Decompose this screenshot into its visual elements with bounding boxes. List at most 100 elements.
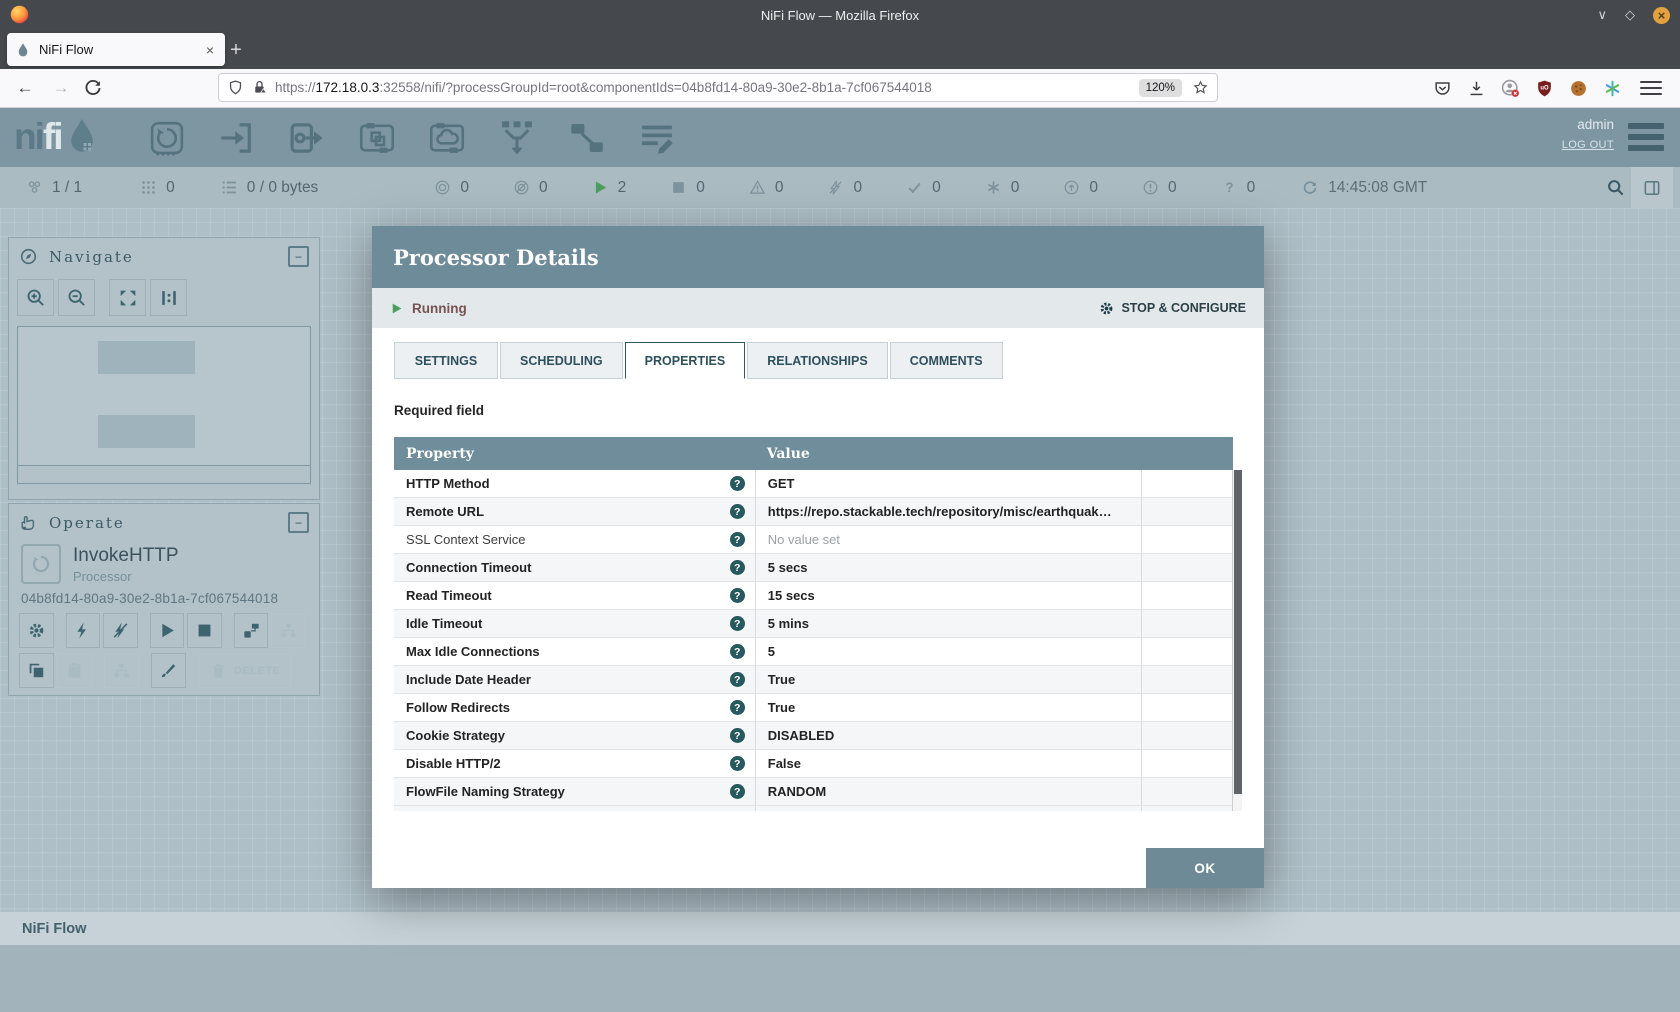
help-icon[interactable]: ? xyxy=(730,644,745,659)
property-value: True xyxy=(755,666,1141,693)
play-button[interactable] xyxy=(150,613,185,648)
compass-icon xyxy=(19,247,38,266)
browser-tab[interactable]: NiFi Flow × xyxy=(7,33,225,66)
group-button xyxy=(271,613,306,648)
forward-button[interactable]: → xyxy=(46,73,76,103)
tab-scheduling[interactable]: SCHEDULING xyxy=(500,342,623,379)
status-count: 0 xyxy=(166,179,175,197)
status-item-cluster: 1 / 1 xyxy=(26,179,82,197)
zoom-level-badge[interactable]: 120% xyxy=(1139,79,1182,97)
settings-panel-button[interactable] xyxy=(1631,167,1673,208)
gear-button[interactable] xyxy=(19,613,54,648)
nifi-global-menu-button[interactable] xyxy=(1628,123,1664,151)
table-row: Include Date Header?True xyxy=(394,666,1233,694)
help-icon[interactable]: ? xyxy=(730,784,745,799)
output-port-icon[interactable] xyxy=(286,117,328,159)
tab-close-icon[interactable]: × xyxy=(203,42,217,58)
table-row: FlowFile Naming Strategy?RANDOM xyxy=(394,778,1233,806)
minimap[interactable] xyxy=(17,326,311,466)
navigate-collapse-button[interactable]: − xyxy=(288,246,309,267)
brush-button[interactable] xyxy=(151,653,186,688)
property-name: Cookie Strategy? xyxy=(394,722,755,749)
help-icon[interactable]: ? xyxy=(730,700,745,715)
remote-process-group-icon[interactable] xyxy=(426,117,468,159)
input-port-icon[interactable] xyxy=(216,117,258,159)
property-value: No value set xyxy=(755,526,1141,553)
status-item-sync-failure: ?0 xyxy=(1221,179,1256,197)
table-rows: HTTP Method?GETRemote URL?https://repo.s… xyxy=(394,470,1233,811)
refresh-icon[interactable] xyxy=(1301,179,1319,197)
shield-icon[interactable] xyxy=(227,79,244,96)
extension-asterisk-icon[interactable] xyxy=(1603,79,1622,98)
play-icon xyxy=(158,621,177,640)
label-icon[interactable] xyxy=(636,117,678,159)
status-time: 14:45:08 GMT xyxy=(1301,179,1427,197)
logout-link[interactable]: LOG OUT xyxy=(1562,139,1614,151)
pocket-icon[interactable] xyxy=(1433,79,1452,98)
help-icon[interactable]: ? xyxy=(730,728,745,743)
delete-button: DELETE xyxy=(198,653,291,688)
table-scrollbar[interactable] xyxy=(1232,470,1242,811)
funnel-icon[interactable] xyxy=(496,117,538,159)
browser-menu-button[interactable] xyxy=(1640,77,1662,99)
processor-icon xyxy=(21,544,61,584)
bolt-icon xyxy=(73,621,92,640)
help-icon[interactable]: ? xyxy=(730,532,745,547)
new-tab-button[interactable]: + xyxy=(222,36,250,64)
processor-icon[interactable] xyxy=(146,117,188,159)
stop-and-configure-button[interactable]: STOP & CONFIGURE xyxy=(1098,300,1246,317)
search-icon[interactable] xyxy=(1605,177,1626,198)
screen: NiFi Flow — Mozilla Firefox ∨ ◇ × NiFi F… xyxy=(0,0,1680,1012)
back-button[interactable]: ← xyxy=(10,73,40,103)
status-count: 1 / 1 xyxy=(52,179,82,197)
template-icon[interactable] xyxy=(566,117,608,159)
lock-icon[interactable] xyxy=(251,79,268,96)
help-icon[interactable]: ? xyxy=(730,756,745,771)
reload-button[interactable] xyxy=(82,77,104,99)
column-value: Value xyxy=(755,446,1141,462)
profile-icon[interactable] xyxy=(1501,79,1520,98)
close-button[interactable]: × xyxy=(1653,7,1670,24)
operate-buttons-row1 xyxy=(9,608,319,648)
tab-relationships[interactable]: RELATIONSHIPS xyxy=(747,342,887,379)
fit-button[interactable] xyxy=(109,279,146,316)
property-value: 5 secs xyxy=(755,554,1141,581)
status-item-invalid: 0 xyxy=(749,179,784,197)
stop-button[interactable] xyxy=(187,613,222,648)
ok-button[interactable]: OK xyxy=(1146,848,1264,888)
help-icon[interactable]: ? xyxy=(730,560,745,575)
bolt-button[interactable] xyxy=(66,613,101,648)
url-bar[interactable]: https://172.18.0.3:32558/nifi/?processGr… xyxy=(218,73,1218,102)
minimize-button[interactable]: ∨ xyxy=(1597,7,1607,23)
help-icon[interactable]: ? xyxy=(730,616,745,631)
zoom-in-icon xyxy=(25,287,47,309)
process-group-icon[interactable] xyxy=(356,117,398,159)
selected-component-id: 04b8fd14-80a9-30e2-8b1a-7cf067544018 xyxy=(9,584,319,608)
bolt-slash-button[interactable] xyxy=(103,613,138,648)
zoom-out-button[interactable] xyxy=(58,279,95,316)
bookmark-star-icon[interactable] xyxy=(1192,79,1209,96)
nifi-header: nifi admin LOG OUT xyxy=(0,108,1680,167)
tab-settings[interactable]: SETTINGS xyxy=(394,342,498,379)
zoom-in-button[interactable] xyxy=(17,279,54,316)
maximize-button[interactable]: ◇ xyxy=(1625,7,1635,23)
create-template-button[interactable] xyxy=(234,613,269,648)
cookie-icon[interactable] xyxy=(1569,79,1588,98)
tab-comments[interactable]: COMMENTS xyxy=(890,342,1003,379)
help-icon[interactable]: ? xyxy=(730,504,745,519)
property-value: True xyxy=(755,694,1141,721)
status-item-running: 2 xyxy=(592,179,627,197)
ublock-icon[interactable]: uO xyxy=(1535,79,1554,98)
copy-button[interactable] xyxy=(19,653,54,688)
operate-collapse-button[interactable]: − xyxy=(288,512,309,533)
status-item-stale: 0 xyxy=(1063,179,1098,197)
help-icon[interactable]: ? xyxy=(730,476,745,491)
minimap-footer xyxy=(17,466,311,484)
help-icon[interactable]: ? xyxy=(730,588,745,603)
download-icon[interactable] xyxy=(1467,79,1486,98)
breadcrumb[interactable]: NiFi Flow xyxy=(0,912,1680,945)
help-icon[interactable]: ? xyxy=(730,672,745,687)
scrollbar-thumb[interactable] xyxy=(1234,470,1242,794)
tab-properties[interactable]: PROPERTIES xyxy=(625,342,746,379)
one-to-one-button[interactable] xyxy=(150,279,187,316)
